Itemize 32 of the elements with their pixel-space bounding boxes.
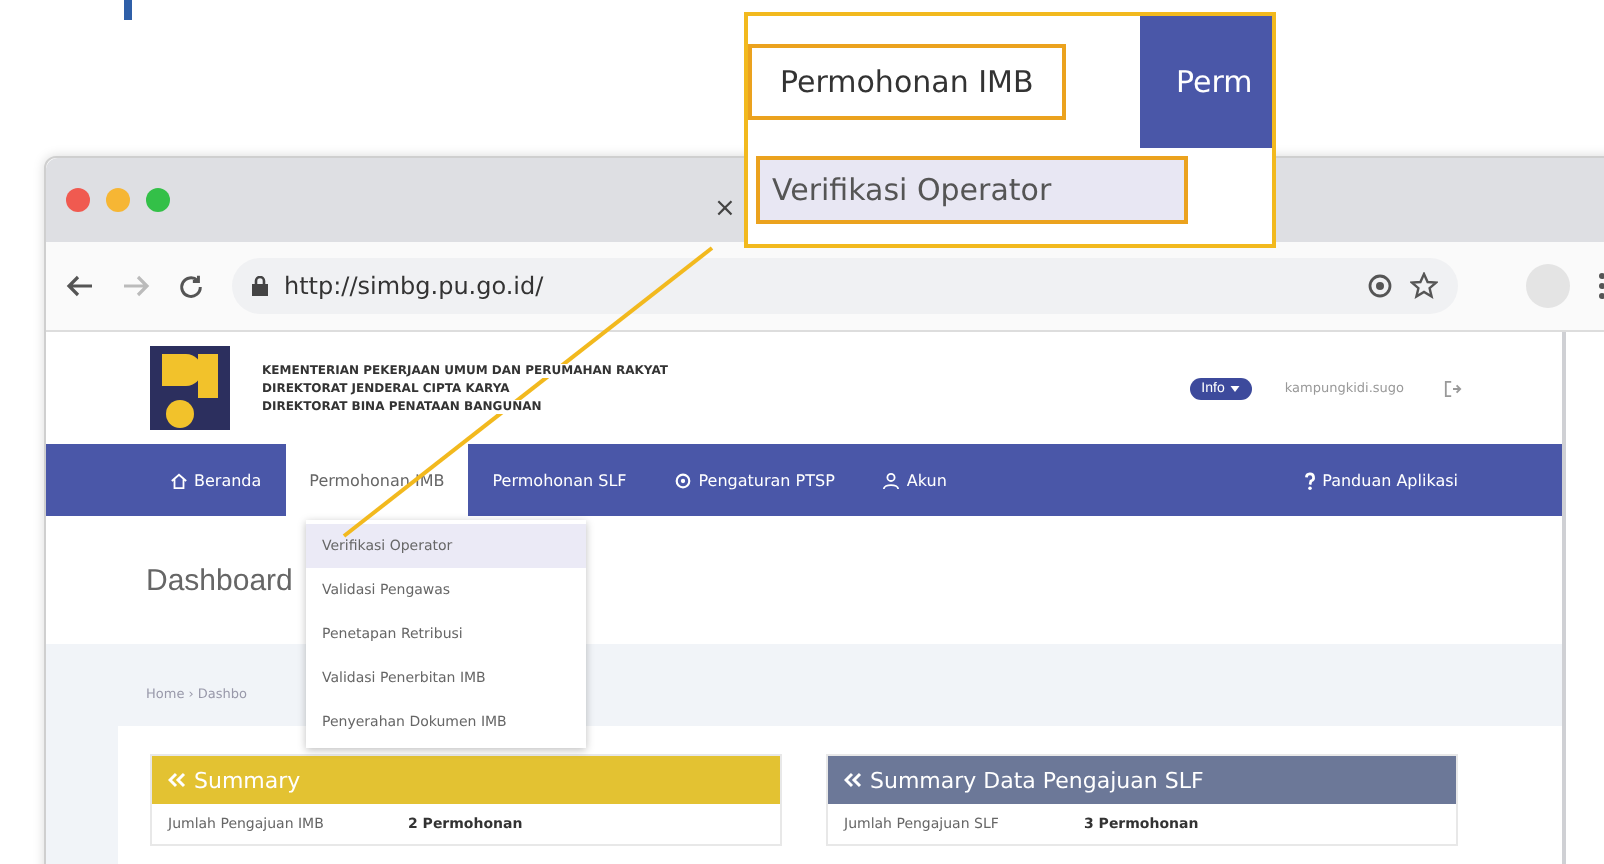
- back-icon[interactable]: [66, 274, 94, 298]
- close-dot[interactable]: [66, 188, 90, 212]
- nav-item[interactable]: Permohonan SLF: [468, 444, 651, 516]
- tab-close[interactable]: ×: [714, 194, 736, 224]
- callout-tab[interactable]: Perm: [1140, 16, 1272, 148]
- forward-icon[interactable]: [122, 274, 150, 298]
- star-icon[interactable]: [1410, 272, 1438, 300]
- heading-fragment: [124, 0, 132, 20]
- page-title: Dashboard: [146, 563, 293, 597]
- lock-icon: [252, 276, 268, 296]
- help-icon: [1304, 471, 1317, 489]
- user-icon: [882, 471, 901, 489]
- chevrons-icon: [168, 772, 186, 788]
- scrollbar[interactable]: [1562, 332, 1566, 864]
- settings-icon: [674, 471, 693, 489]
- logo-icon: [150, 346, 230, 430]
- nav-item[interactable]: Panduan Aplikasi: [1280, 444, 1482, 516]
- minimize-dot[interactable]: [106, 188, 130, 212]
- nav-item[interactable]: Beranda: [146, 444, 286, 516]
- nav-item[interactable]: Pengaturan PTSP: [650, 444, 859, 516]
- reload-icon[interactable]: [178, 273, 204, 299]
- caret-icon: [1230, 385, 1241, 391]
- logout-icon[interactable]: [1444, 379, 1462, 397]
- chevrons-icon: [844, 772, 862, 788]
- menu-icon[interactable]: [1598, 272, 1604, 300]
- maximize-dot[interactable]: [146, 188, 170, 212]
- address-bar[interactable]: http://simbg.pu.go.id/: [232, 258, 1458, 314]
- home-icon: [170, 471, 188, 489]
- nav-item[interactable]: Akun: [858, 444, 971, 516]
- card-title: Summary Data Pengajuan SLF: [870, 767, 1204, 793]
- location-icon[interactable]: [1366, 272, 1394, 300]
- card-title: Summary: [194, 767, 301, 793]
